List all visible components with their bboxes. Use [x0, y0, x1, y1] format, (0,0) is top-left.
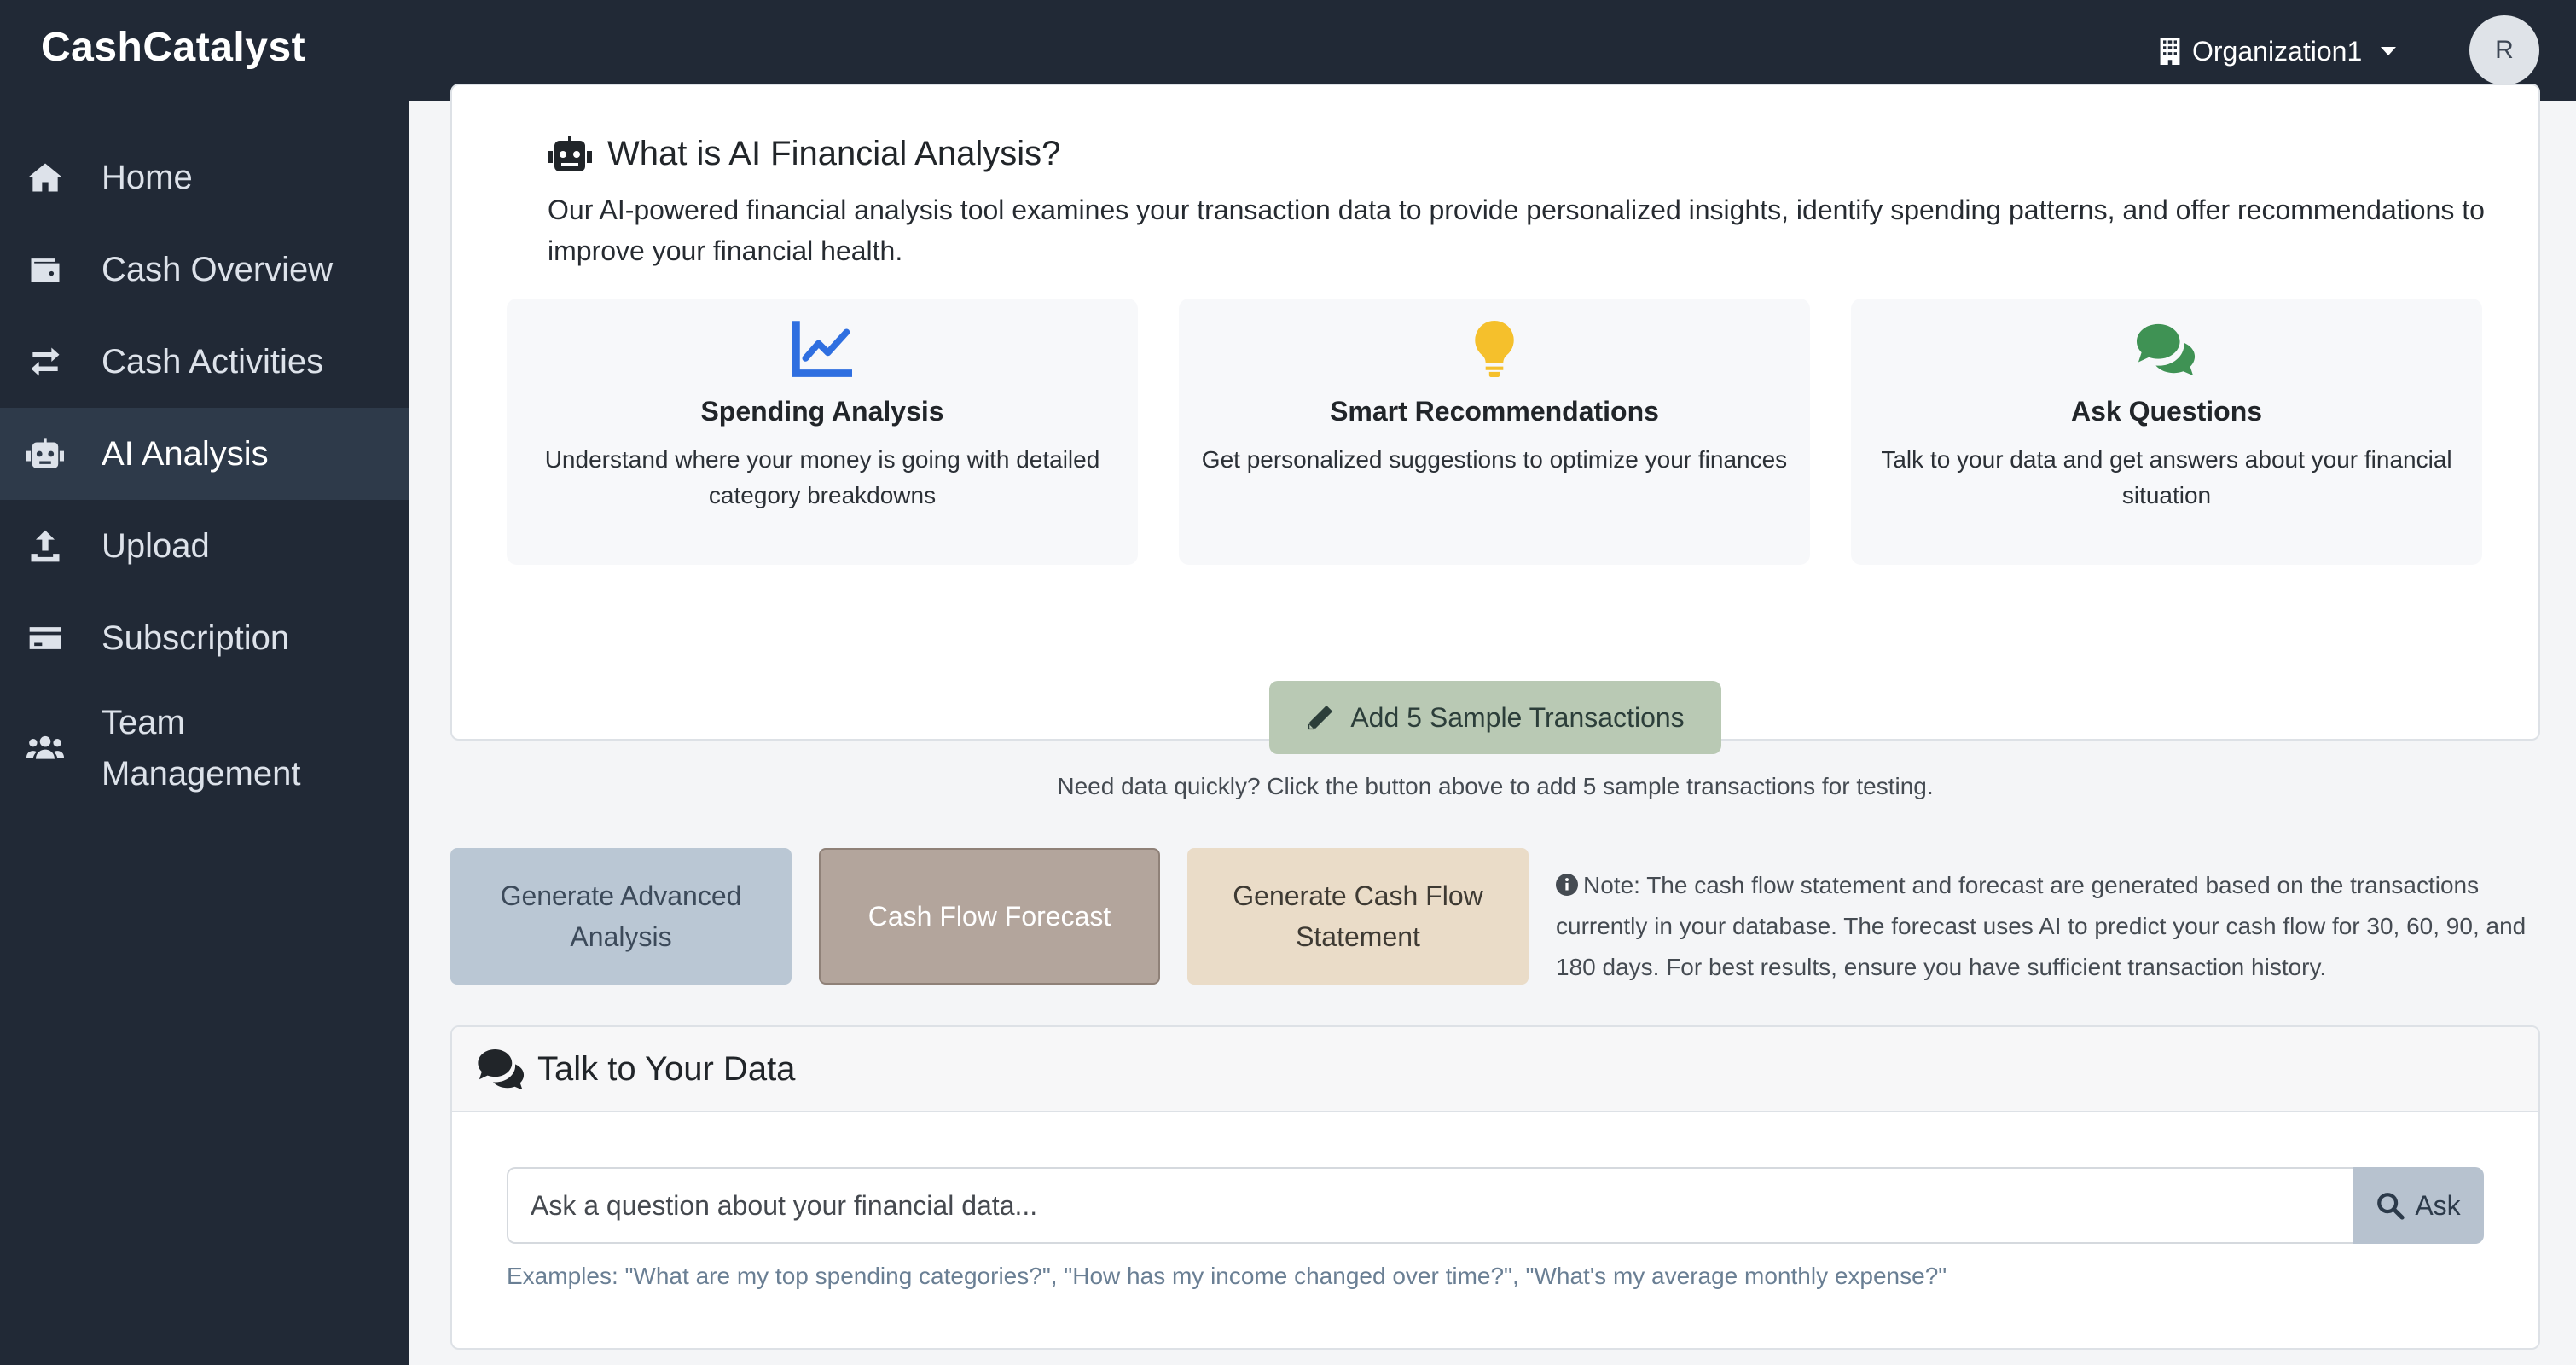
sidebar-item-ai-analysis[interactable]: AI Analysis [0, 408, 409, 500]
cash-flow-note: Note: The cash flow statement and foreca… [1556, 865, 2562, 988]
sidebar-item-label: Subscription [102, 619, 290, 657]
sidebar-item-label: Upload [102, 527, 210, 565]
feature-card-ask-questions: Ask Questions Talk to your data and get … [1851, 299, 2482, 565]
home-icon [26, 158, 65, 197]
sidebar-item-label: Team Management [102, 704, 301, 793]
talk-card-header: Talk to Your Data [452, 1027, 2538, 1112]
sidebar-item-cash-activities[interactable]: Cash Activities [0, 316, 409, 408]
organization-name: Organization1 [2192, 35, 2363, 67]
comments-icon [478, 1049, 525, 1089]
add-sample-transactions-button[interactable]: Add 5 Sample Transactions [1269, 681, 1721, 754]
ask-button-label: Ask [2415, 1189, 2461, 1221]
generate-advanced-analysis-button[interactable]: Generate Advanced Analysis [450, 848, 792, 985]
intro-heading: What is AI Financial Analysis? [548, 135, 1060, 173]
intro-description: Our AI-powered financial analysis tool e… [548, 195, 2485, 266]
feature-card-spending-analysis: Spending Analysis Understand where your … [507, 299, 1138, 565]
wallet-icon [26, 250, 65, 289]
lightbulb-icon [1475, 321, 1514, 377]
line-chart-icon [792, 321, 852, 377]
note-text: Note: The cash flow statement and foreca… [1556, 872, 2527, 980]
robot-icon [548, 135, 592, 171]
info-circle-icon [1556, 874, 1578, 896]
ask-question-input[interactable] [507, 1167, 2353, 1244]
add-sample-label: Add 5 Sample Transactions [1350, 701, 1685, 733]
ai-intro-card: What is AI Financial Analysis? Our AI-po… [450, 84, 2540, 741]
organization-dropdown[interactable]: Organization1 [2158, 31, 2397, 72]
chat-bubbles-icon [2137, 323, 2196, 376]
feature-title: Smart Recommendations [1330, 396, 1659, 427]
sidebar-item-home[interactable]: Home [0, 131, 409, 224]
feature-description: Get personalized suggestions to optimize… [1201, 446, 1788, 473]
sidebar-item-label: Cash Overview [102, 251, 334, 288]
cash-flow-forecast-button[interactable]: Cash Flow Forecast [819, 848, 1160, 985]
robot-icon [26, 434, 65, 473]
generate-cash-flow-statement-button[interactable]: Generate Cash Flow Statement [1187, 848, 1529, 985]
sidebar-item-label: AI Analysis [102, 435, 269, 473]
intro-title: What is AI Financial Analysis? [607, 135, 1061, 172]
sidebar-item-subscription[interactable]: Subscription [0, 592, 409, 684]
exchange-arrows-icon [26, 342, 65, 381]
search-icon [2377, 1193, 2405, 1220]
sidebar: Home Cash Overview Cash Activities AI An… [0, 101, 409, 1365]
sample-hint-text: Need data quickly? Click the button abov… [1057, 773, 1934, 799]
example-questions-text: Examples: "What are my top spending cate… [507, 1263, 1947, 1289]
ask-button[interactable]: Ask [2353, 1167, 2484, 1244]
talk-card-title: Talk to Your Data [537, 1049, 796, 1088]
talk-to-data-card: Talk to Your Data Ask Examples: "What ar… [450, 1025, 2540, 1350]
caret-down-icon [2381, 47, 2397, 55]
building-icon [2160, 38, 2180, 65]
main-content: What is AI Financial Analysis? Our AI-po… [409, 84, 2576, 1365]
user-avatar[interactable]: R [2469, 15, 2539, 85]
feature-card-smart-recommendations: Smart Recommendations Get personalized s… [1179, 299, 1810, 565]
users-icon [26, 729, 65, 768]
pencil-icon [1308, 705, 1333, 730]
sidebar-item-label: Cash Activities [102, 343, 324, 380]
credit-card-icon [26, 619, 65, 658]
sidebar-item-cash-overview[interactable]: Cash Overview [0, 224, 409, 316]
sidebar-item-upload[interactable]: Upload [0, 500, 409, 592]
feature-title: Ask Questions [2070, 396, 2263, 427]
feature-title: Spending Analysis [700, 396, 944, 427]
feature-description: Talk to your data and get answers about … [1881, 446, 2452, 508]
upload-icon [26, 526, 65, 566]
feature-description: Understand where your money is going wit… [544, 446, 1100, 508]
brand-logo[interactable]: CashCatalyst [41, 24, 305, 71]
sidebar-item-label: Home [102, 159, 193, 196]
sidebar-item-team-management[interactable]: Team Management [0, 684, 409, 812]
